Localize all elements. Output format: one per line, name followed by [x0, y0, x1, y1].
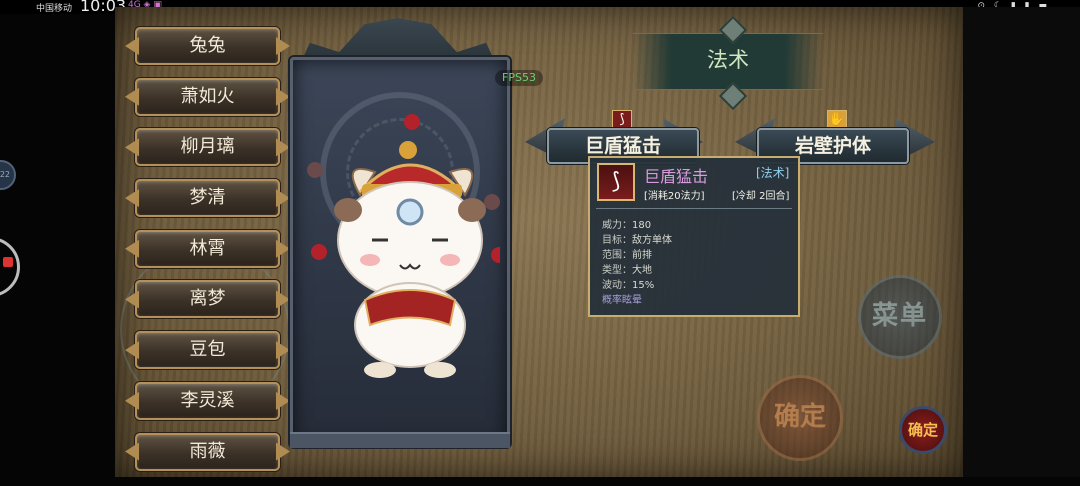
floating-ring-control[interactable]: [0, 237, 20, 297]
character-button[interactable]: 李灵溪: [135, 381, 280, 420]
tooltip-divider: [596, 208, 792, 209]
character-button[interactable]: 林霄: [135, 229, 280, 268]
hat-knob: [399, 141, 417, 159]
orb: [491, 247, 500, 263]
character-button[interactable]: 柳月璃: [135, 128, 280, 167]
character-button[interactable]: 雨薇: [135, 432, 280, 471]
skill-category-header: 法术: [633, 33, 823, 90]
stat-value: 敌方单体: [632, 235, 672, 246]
tooltip-skill-name: 巨盾猛击: [644, 167, 709, 186]
stat-label: 威力：: [602, 220, 632, 231]
skill-tooltip: ⟆ 巨盾猛击 [法术] [消耗20法力] [冷却 2回合] 威力：180 目标：…: [588, 156, 800, 317]
stat-row: 波动：15%: [602, 278, 672, 293]
tooltip-skill-type: [法术]: [756, 166, 790, 180]
record-dot-icon: [3, 257, 13, 267]
tooltip-stats: 威力：180 目标：敌方单体 范围：前排 类型：大地 波动：15% 概率眩晕: [602, 218, 672, 308]
stat-row: 类型：大地: [602, 263, 672, 278]
claw-icon: ⟆: [612, 110, 632, 130]
orb: [311, 244, 327, 260]
orb: [484, 194, 500, 210]
stat-value: 15%: [632, 280, 655, 291]
character-button[interactable]: 离梦: [135, 280, 280, 319]
blush: [360, 254, 380, 266]
foot: [424, 362, 456, 378]
shield-hand-icon: ✋: [827, 110, 847, 130]
character-button[interactable]: 兔兔: [135, 27, 280, 65]
stat-label: 波动：: [602, 280, 632, 291]
stat-row: 目标：敌方单体: [602, 233, 672, 248]
stat-value: 大地: [632, 265, 652, 276]
menu-button[interactable]: 菜单: [858, 275, 942, 359]
stat-row: 范围：前排: [602, 248, 672, 263]
stat-label: 范围：: [602, 250, 632, 261]
floating-assistant-button[interactable]: 22: [0, 160, 16, 190]
orb: [307, 162, 323, 178]
stat-value: 180: [632, 220, 652, 231]
character-button[interactable]: 梦清: [135, 179, 280, 218]
ear: [334, 198, 362, 222]
fps-counter: FPS53: [495, 70, 543, 86]
stat-row: 威力：180: [602, 218, 672, 233]
tooltip-mana-cost: [消耗20法力]: [644, 191, 705, 202]
character-list: 兔兔萧如火柳月璃梦清林霄离梦豆包李灵溪雨薇: [135, 27, 280, 483]
foot: [364, 362, 396, 378]
ear: [458, 198, 486, 222]
stat-label: 类型：: [602, 265, 632, 276]
portrait-base: [290, 432, 510, 448]
claw-icon: ⟆: [597, 163, 635, 201]
tooltip-cooldown: [冷却 2回合]: [732, 191, 790, 202]
third-eye: [396, 198, 424, 226]
confirm-button-small[interactable]: 确定: [899, 406, 947, 454]
confirm-button-large[interactable]: 确定: [757, 375, 843, 461]
character-button[interactable]: 豆包: [135, 331, 280, 370]
orb: [404, 114, 420, 130]
blush: [440, 254, 460, 266]
stat-label: 目标：: [602, 235, 632, 246]
stat-value: 前排: [632, 250, 652, 261]
pet-character-portrait[interactable]: [300, 100, 500, 380]
character-button[interactable]: 萧如火: [135, 77, 280, 116]
tooltip-extra-effect: 概率眩晕: [602, 295, 642, 306]
carrier-label: 中国移动: [36, 4, 73, 14]
screen-edge: [963, 7, 1080, 477]
